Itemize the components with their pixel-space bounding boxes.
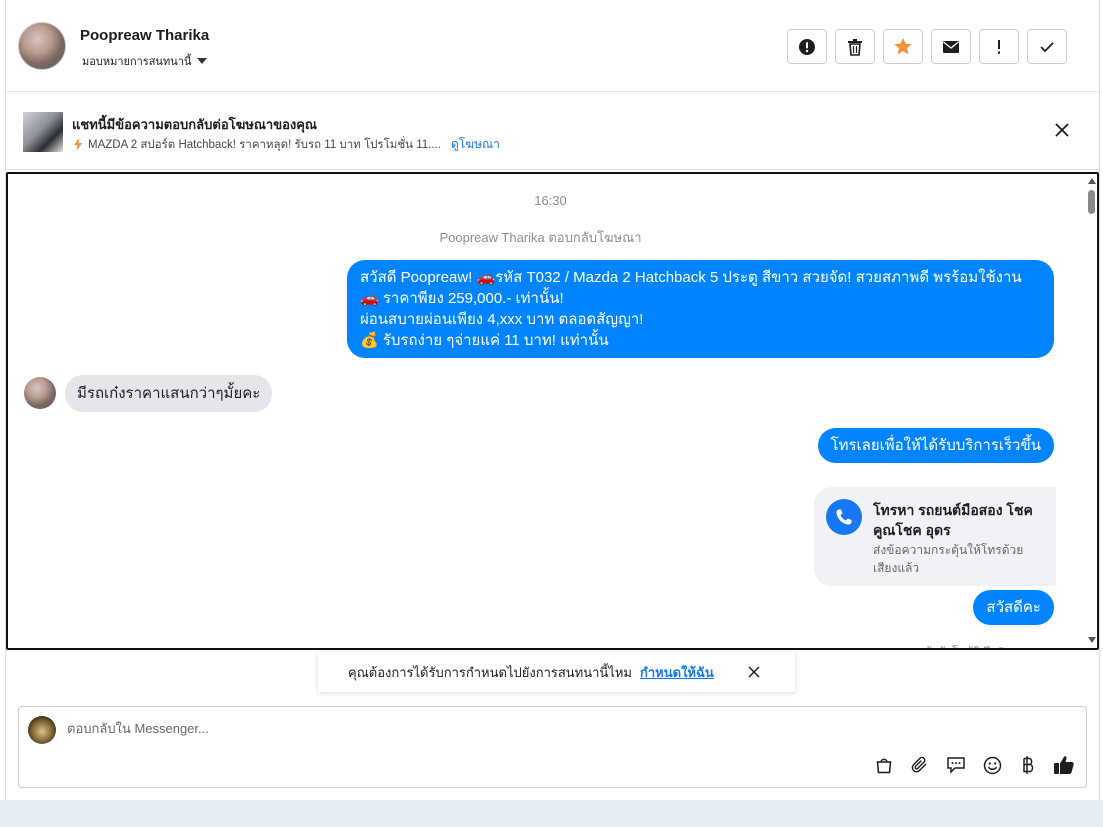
attach-button[interactable]	[909, 754, 931, 776]
ad-details: MAZDA 2 สปอร์ต Hatchback! ราคาหลุด! รับร…	[74, 135, 500, 154]
conversation-header: Poopreaw Tharika มอบหมายการสนทนานี้	[6, 0, 1099, 92]
thumbs-up-icon	[1054, 756, 1074, 774]
delete-button[interactable]	[835, 29, 875, 64]
smiley-icon	[983, 756, 1001, 774]
speech-bubble-icon	[947, 757, 965, 774]
message-line: ผ่อนสบายผ่อนเพียง 4,xxx บาท ตลอดสัญญา!	[360, 311, 644, 328]
ad-reply-banner: แชทนี้มีข้อความตอบกลับต่อโฆษณาของคุณ MAZ…	[6, 92, 1099, 170]
scroll-up-icon[interactable]	[1088, 178, 1096, 184]
thread-scrollbar[interactable]	[1085, 174, 1097, 648]
caret-down-icon	[197, 58, 208, 64]
incoming-message[interactable]: มีรถเก๋งราคาแสนกว่าๆมั้ยคะ	[65, 375, 273, 412]
message-thread[interactable]: 16:30 Poopreaw Tharika ตอบกลับโฆษณา สวัส…	[6, 172, 1099, 650]
emoji-button[interactable]	[981, 754, 1003, 776]
reply-composer	[18, 706, 1087, 788]
contact-avatar[interactable]	[18, 22, 66, 70]
star-button[interactable]	[883, 29, 923, 64]
checkmark-icon	[1040, 41, 1054, 52]
window-bottom-edge	[0, 800, 1103, 827]
ad-reply-notice: Poopreaw Tharika ตอบกลับโฆษณา	[439, 230, 642, 245]
ad-thumbnail[interactable]	[23, 112, 63, 152]
auto-reply-notice: ถูกตอบกลับอัตโนมัติ ถึง Poopreaw	[884, 642, 1048, 648]
composer-tools	[873, 754, 1075, 776]
close-icon[interactable]	[1054, 122, 1070, 138]
assign-prompt: คุณต้องการได้รับการกำหนดไปยังการสนทนานี้…	[318, 652, 795, 692]
page-avatar	[28, 716, 56, 744]
ad-text: MAZDA 2 สปอร์ต Hatchback! ราคาหลุด! รับร…	[88, 138, 441, 151]
close-icon[interactable]	[748, 666, 760, 678]
contact-name[interactable]: Poopreaw Tharika	[80, 27, 209, 44]
call-request-card[interactable]: โทรหา รถยนต์มือสอง โชคคูณโชค อุดร ส่งข้อ…	[814, 487, 1056, 586]
outgoing-message[interactable]: สวัสดีคะ	[973, 590, 1054, 625]
paperclip-icon	[911, 756, 927, 773]
envelope-icon	[943, 40, 959, 53]
message-line: สวัสดี Poopreaw! 🚗รหัส T032 / Mazda 2 Ha…	[360, 269, 1022, 286]
phone-icon	[826, 499, 862, 535]
follow-up-button[interactable]	[979, 29, 1019, 64]
like-button[interactable]	[1053, 754, 1075, 776]
header-actions	[787, 29, 1067, 64]
lightning-icon	[74, 138, 82, 151]
call-card-subtitle: ส่งข้อความกระตุ้นให้โทรด้วยเสียงแล้ว	[873, 543, 1024, 575]
shop-bag-button[interactable]	[873, 754, 895, 776]
baht-icon	[1023, 756, 1034, 774]
view-ad-link[interactable]: ดูโฆษณา	[451, 135, 500, 154]
trash-icon	[848, 38, 862, 56]
outgoing-message[interactable]: โทรเลยเพื่อให้ได้รับบริการเร็วขึ้น	[817, 428, 1054, 463]
mark-unread-button[interactable]	[931, 29, 971, 64]
message-line: 💰 รับรถง่าย ๆจ่ายแค่ 11 บาท! แท่านั้น	[360, 332, 609, 349]
assign-prompt-text: คุณต้องการได้รับการกำหนดไปยังการสนทนานี้…	[348, 664, 632, 680]
sender-avatar[interactable]	[24, 377, 56, 409]
message-line: 🚗 ราคาพียง 259,000.- เท่านั้น!	[360, 290, 564, 307]
assign-label: มอบหมายการสนทนานี้	[82, 56, 192, 68]
exclamation-icon	[998, 39, 1000, 54]
ad-banner-title: แชทนี้มีข้อความตอบกลับต่อโฆษณาของคุณ	[72, 117, 317, 132]
shopping-bag-icon	[876, 758, 892, 774]
scroll-down-icon[interactable]	[1088, 637, 1096, 643]
mark-spam-button[interactable]	[787, 29, 827, 64]
assign-to-me-link[interactable]: กำหนดให้ฉัน	[640, 662, 714, 683]
message-timestamp: 16:30	[534, 193, 567, 208]
assign-conversation-dropdown[interactable]: มอบหมายการสนทนานี้	[82, 52, 208, 70]
saved-replies-button[interactable]	[945, 754, 967, 776]
scroll-thumb[interactable]	[1088, 190, 1095, 214]
right-divider	[1099, 0, 1100, 800]
call-card-title: โทรหา รถยนต์มือสอง โชคคูณโชค อุดร	[873, 502, 1033, 538]
inbox-page: Poopreaw Tharika มอบหมายการสนทนานี้ แชทน…	[0, 0, 1103, 800]
reply-input[interactable]	[67, 721, 967, 736]
mark-done-button[interactable]	[1027, 29, 1067, 64]
star-icon	[894, 38, 912, 55]
alert-circle-icon	[799, 38, 815, 55]
payment-button[interactable]	[1017, 754, 1039, 776]
outgoing-message[interactable]: สวัสดี Poopreaw! 🚗รหัส T032 / Mazda 2 Ha…	[347, 260, 1054, 358]
